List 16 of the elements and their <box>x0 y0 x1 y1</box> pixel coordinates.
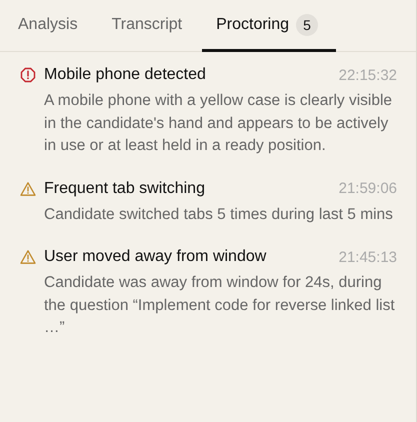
alert-title: Frequent tab switching <box>44 180 206 198</box>
warning-icon <box>20 249 36 265</box>
alert-description: A mobile phone with a yellow case is clearly visible in the candidate's hand and appears to be actively in use or at least held in a ready position. <box>44 91 394 156</box>
tab[interactable]: Transcript <box>98 0 196 52</box>
alert-description: Candidate switched tabs 5 times during last 5 mins <box>44 204 394 224</box>
alert-title: Mobile phone detected <box>44 66 207 84</box>
alert-octagon-icon <box>20 67 36 83</box>
alert-time: 22:15:32 <box>338 66 397 84</box>
tab[interactable]: Proctoring 5 <box>202 0 336 52</box>
alert-time: 21:59:06 <box>338 180 397 197</box>
alert-time: 21:45:13 <box>338 248 397 266</box>
warning-icon <box>20 180 36 196</box>
alert-title: User moved away from window <box>44 248 268 266</box>
alert-description: Candidate was away from window for 24s, during the question “Implement code for reverse linked list …” <box>44 273 396 338</box>
count-badge: 5 <box>296 14 318 36</box>
tab[interactable]: Analysis <box>4 0 92 52</box>
